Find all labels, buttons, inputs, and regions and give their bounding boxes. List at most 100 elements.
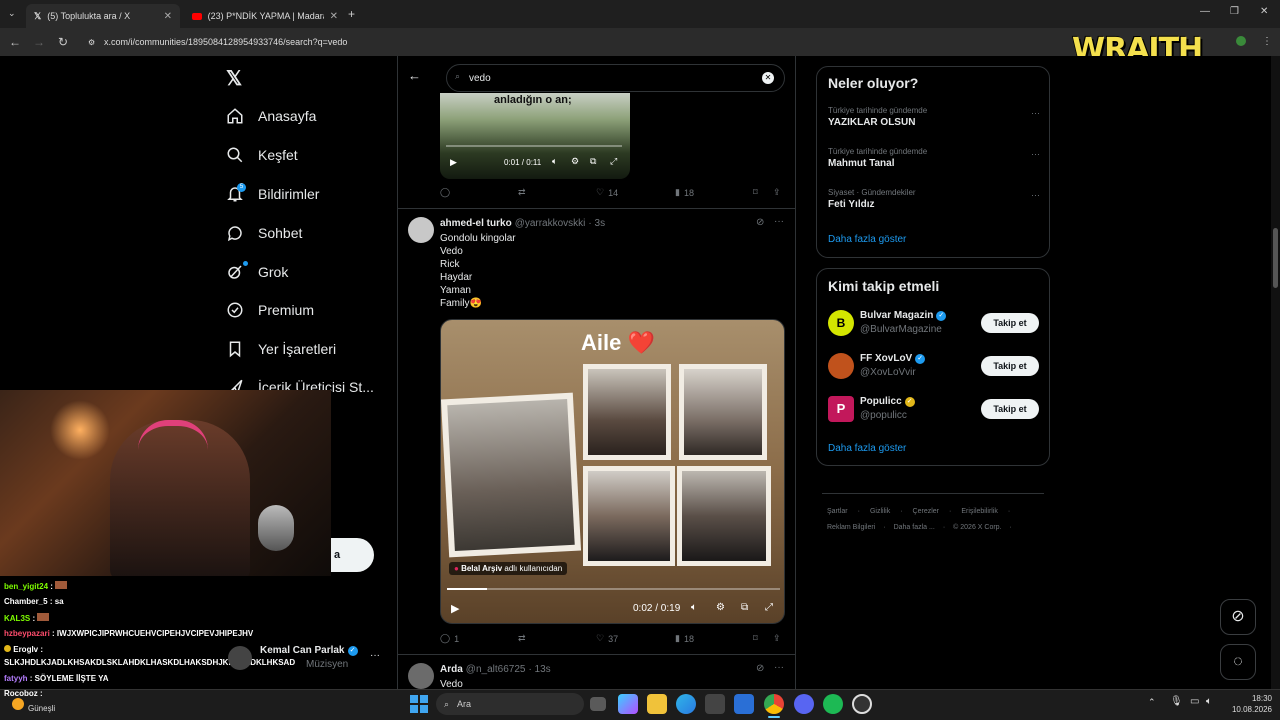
- microphone-icon[interactable]: 🎙︎: [1170, 696, 1183, 707]
- avatar[interactable]: [408, 217, 434, 243]
- sidebar-item-home[interactable]: Anasayfa: [226, 102, 316, 130]
- tab-x-search[interactable]: 𝕏 (5) Toplulukta ara / X ✕: [26, 4, 180, 28]
- back-icon[interactable]: ←: [7, 34, 23, 50]
- mail-icon[interactable]: [734, 694, 754, 714]
- author-name[interactable]: ahmed-el turko: [440, 218, 512, 229]
- more-icon[interactable]: ···: [1031, 190, 1040, 200]
- close-window-icon[interactable]: ✕: [1260, 6, 1268, 17]
- reply-button[interactable]: ◯ 1: [440, 633, 459, 644]
- discord-icon[interactable]: [794, 694, 814, 714]
- maximize-icon[interactable]: ❐: [1230, 6, 1239, 17]
- footer-link[interactable]: Erişilebilirlik: [961, 508, 998, 515]
- tab-list-chevron-icon[interactable]: ⌄: [8, 8, 16, 19]
- follow-suggestion[interactable]: P Populicc ✓ @populicc Takip et: [828, 396, 1040, 424]
- settings-icon[interactable]: ⚙: [716, 602, 725, 613]
- task-view-icon[interactable]: [590, 697, 606, 711]
- menu-icon[interactable]: ⋮: [1262, 36, 1272, 47]
- grok-icon[interactable]: ⊘: [756, 217, 764, 228]
- reload-icon[interactable]: ↻: [55, 34, 71, 50]
- more-icon[interactable]: ···: [774, 216, 784, 227]
- repost-button[interactable]: ⇄: [518, 633, 526, 644]
- close-icon[interactable]: ✕: [164, 11, 172, 22]
- footer-link[interactable]: Reklam Bilgileri: [827, 524, 875, 531]
- taskbar-search[interactable]: ⌕ Ara: [436, 693, 584, 715]
- trends-show-more-link[interactable]: Daha fazla göster: [828, 234, 906, 245]
- follow-suggestion[interactable]: FF XovLoV ✓ @XovLoVvir Takip et: [828, 353, 1040, 381]
- author-handle[interactable]: @n_alt66725: [466, 664, 526, 675]
- footer-link[interactable]: Gizlilik: [870, 508, 890, 515]
- clock[interactable]: 18:30 10.08.2026: [1228, 693, 1272, 715]
- minimize-icon[interactable]: —: [1200, 6, 1210, 17]
- site-info-icon[interactable]: ⚙: [88, 38, 95, 47]
- views-button[interactable]: ▮ 18: [675, 187, 694, 198]
- trend-item[interactable]: Türkiye tarihinde gündemde YAZIKLAR OLSU…: [828, 106, 1040, 128]
- play-icon[interactable]: ▶: [451, 602, 459, 615]
- back-arrow-icon[interactable]: ←: [408, 68, 421, 83]
- file-explorer-icon[interactable]: [647, 694, 667, 714]
- footer-link[interactable]: Daha fazla ...: [894, 524, 935, 531]
- trend-item[interactable]: Türkiye tarihinde gündemde Mahmut Tanal …: [828, 147, 1040, 169]
- scrollbar-thumb[interactable]: [1273, 228, 1278, 288]
- tweet-time[interactable]: · 13s: [528, 664, 550, 675]
- pip-icon[interactable]: ⧉: [741, 602, 748, 613]
- account-switcher[interactable]: Kemal Can Parlak ✓ Müzisyen ···: [228, 644, 388, 672]
- store-icon[interactable]: [705, 694, 725, 714]
- close-icon[interactable]: ✕: [330, 11, 338, 22]
- avatar[interactable]: [408, 663, 434, 689]
- views-button[interactable]: ▮ 18: [675, 633, 694, 644]
- profile-icon[interactable]: [1236, 36, 1246, 46]
- footer-link[interactable]: Çerezler: [913, 508, 939, 515]
- author-handle[interactable]: @yarrakkovskki: [515, 218, 586, 229]
- x-logo-icon[interactable]: 𝕏: [226, 66, 242, 91]
- follow-suggestion[interactable]: B Bulvar Magazin ✓ @BulvarMagazine Takip…: [828, 310, 1040, 338]
- follow-button[interactable]: Takip et: [981, 313, 1039, 333]
- sidebar-item-chat[interactable]: Sohbet: [226, 219, 302, 247]
- follow-show-more-link[interactable]: Daha fazla göster: [828, 443, 906, 454]
- network-icon[interactable]: ▭: [1190, 696, 1199, 707]
- footer-link[interactable]: Şartlar: [827, 508, 848, 515]
- volume-icon[interactable]: 🔈︎: [691, 602, 697, 613]
- search-input[interactable]: ⌕ vedo ✕: [446, 64, 785, 92]
- like-button[interactable]: ♡ 37: [596, 633, 618, 644]
- trend-item[interactable]: Siyaset · Gündemdekiler Feti Yıldız ···: [828, 188, 1040, 210]
- grok-icon[interactable]: ⊘: [756, 663, 764, 674]
- messages-floating-button[interactable]: ◌: [1220, 644, 1256, 680]
- follow-button[interactable]: Takip et: [981, 356, 1039, 376]
- bookmark-button[interactable]: ⌑: [753, 633, 758, 644]
- play-icon[interactable]: ▶: [450, 157, 457, 168]
- fullscreen-icon[interactable]: ⤢: [610, 156, 617, 167]
- sidebar-item-premium[interactable]: Premium: [226, 296, 314, 324]
- share-button[interactable]: ⇪: [773, 633, 781, 644]
- spotify-icon[interactable]: [823, 694, 843, 714]
- start-button[interactable]: [410, 695, 428, 713]
- edge-icon[interactable]: [676, 694, 696, 714]
- tray-chevron-icon[interactable]: ⌃: [1148, 697, 1156, 708]
- copilot-icon[interactable]: [618, 694, 638, 714]
- scrollbar[interactable]: [1271, 56, 1280, 689]
- fullscreen-icon[interactable]: ⤢: [765, 602, 773, 613]
- new-tab-button[interactable]: +: [348, 7, 355, 21]
- more-icon[interactable]: ···: [1031, 149, 1040, 159]
- url-field[interactable]: ⚙ x.com/i/communities/189508412895493374…: [84, 33, 1064, 51]
- author-name[interactable]: Arda: [440, 664, 463, 675]
- more-icon[interactable]: ···: [1031, 108, 1040, 118]
- sidebar-item-explore[interactable]: Keşfet: [226, 141, 298, 169]
- tweet-video[interactable]: Aile ❤️ ● Belal Arşiv adlı kullanıcıdan …: [440, 319, 785, 624]
- chrome-icon[interactable]: [764, 694, 784, 714]
- volume-icon[interactable]: 🔈︎: [1206, 696, 1212, 707]
- bookmark-button[interactable]: ⌑: [753, 187, 758, 198]
- more-icon[interactable]: ···: [370, 650, 380, 661]
- repost-button[interactable]: ⇄: [518, 187, 526, 198]
- pip-icon[interactable]: ⧉: [590, 156, 596, 167]
- more-icon[interactable]: ···: [774, 662, 784, 673]
- sidebar-item-bookmarks[interactable]: Yer İşaretleri: [226, 335, 336, 363]
- settings-icon[interactable]: ⚙: [571, 156, 579, 167]
- forward-icon[interactable]: →: [31, 34, 47, 50]
- tab-youtube[interactable]: (23) P*NDİK YAPMA | Madara O ✕: [184, 4, 346, 28]
- share-button[interactable]: ⇪: [773, 187, 781, 198]
- tweet-video-partial[interactable]: anladığın o an; ▶ 0:01 / 0:11 🔈︎ ⚙ ⧉ ⤢: [440, 93, 630, 179]
- follow-button[interactable]: Takip et: [981, 399, 1039, 419]
- grok-floating-button[interactable]: ⊘: [1220, 599, 1256, 635]
- like-button[interactable]: ♡ 14: [596, 187, 618, 198]
- tweet-time[interactable]: · 3s: [588, 218, 605, 229]
